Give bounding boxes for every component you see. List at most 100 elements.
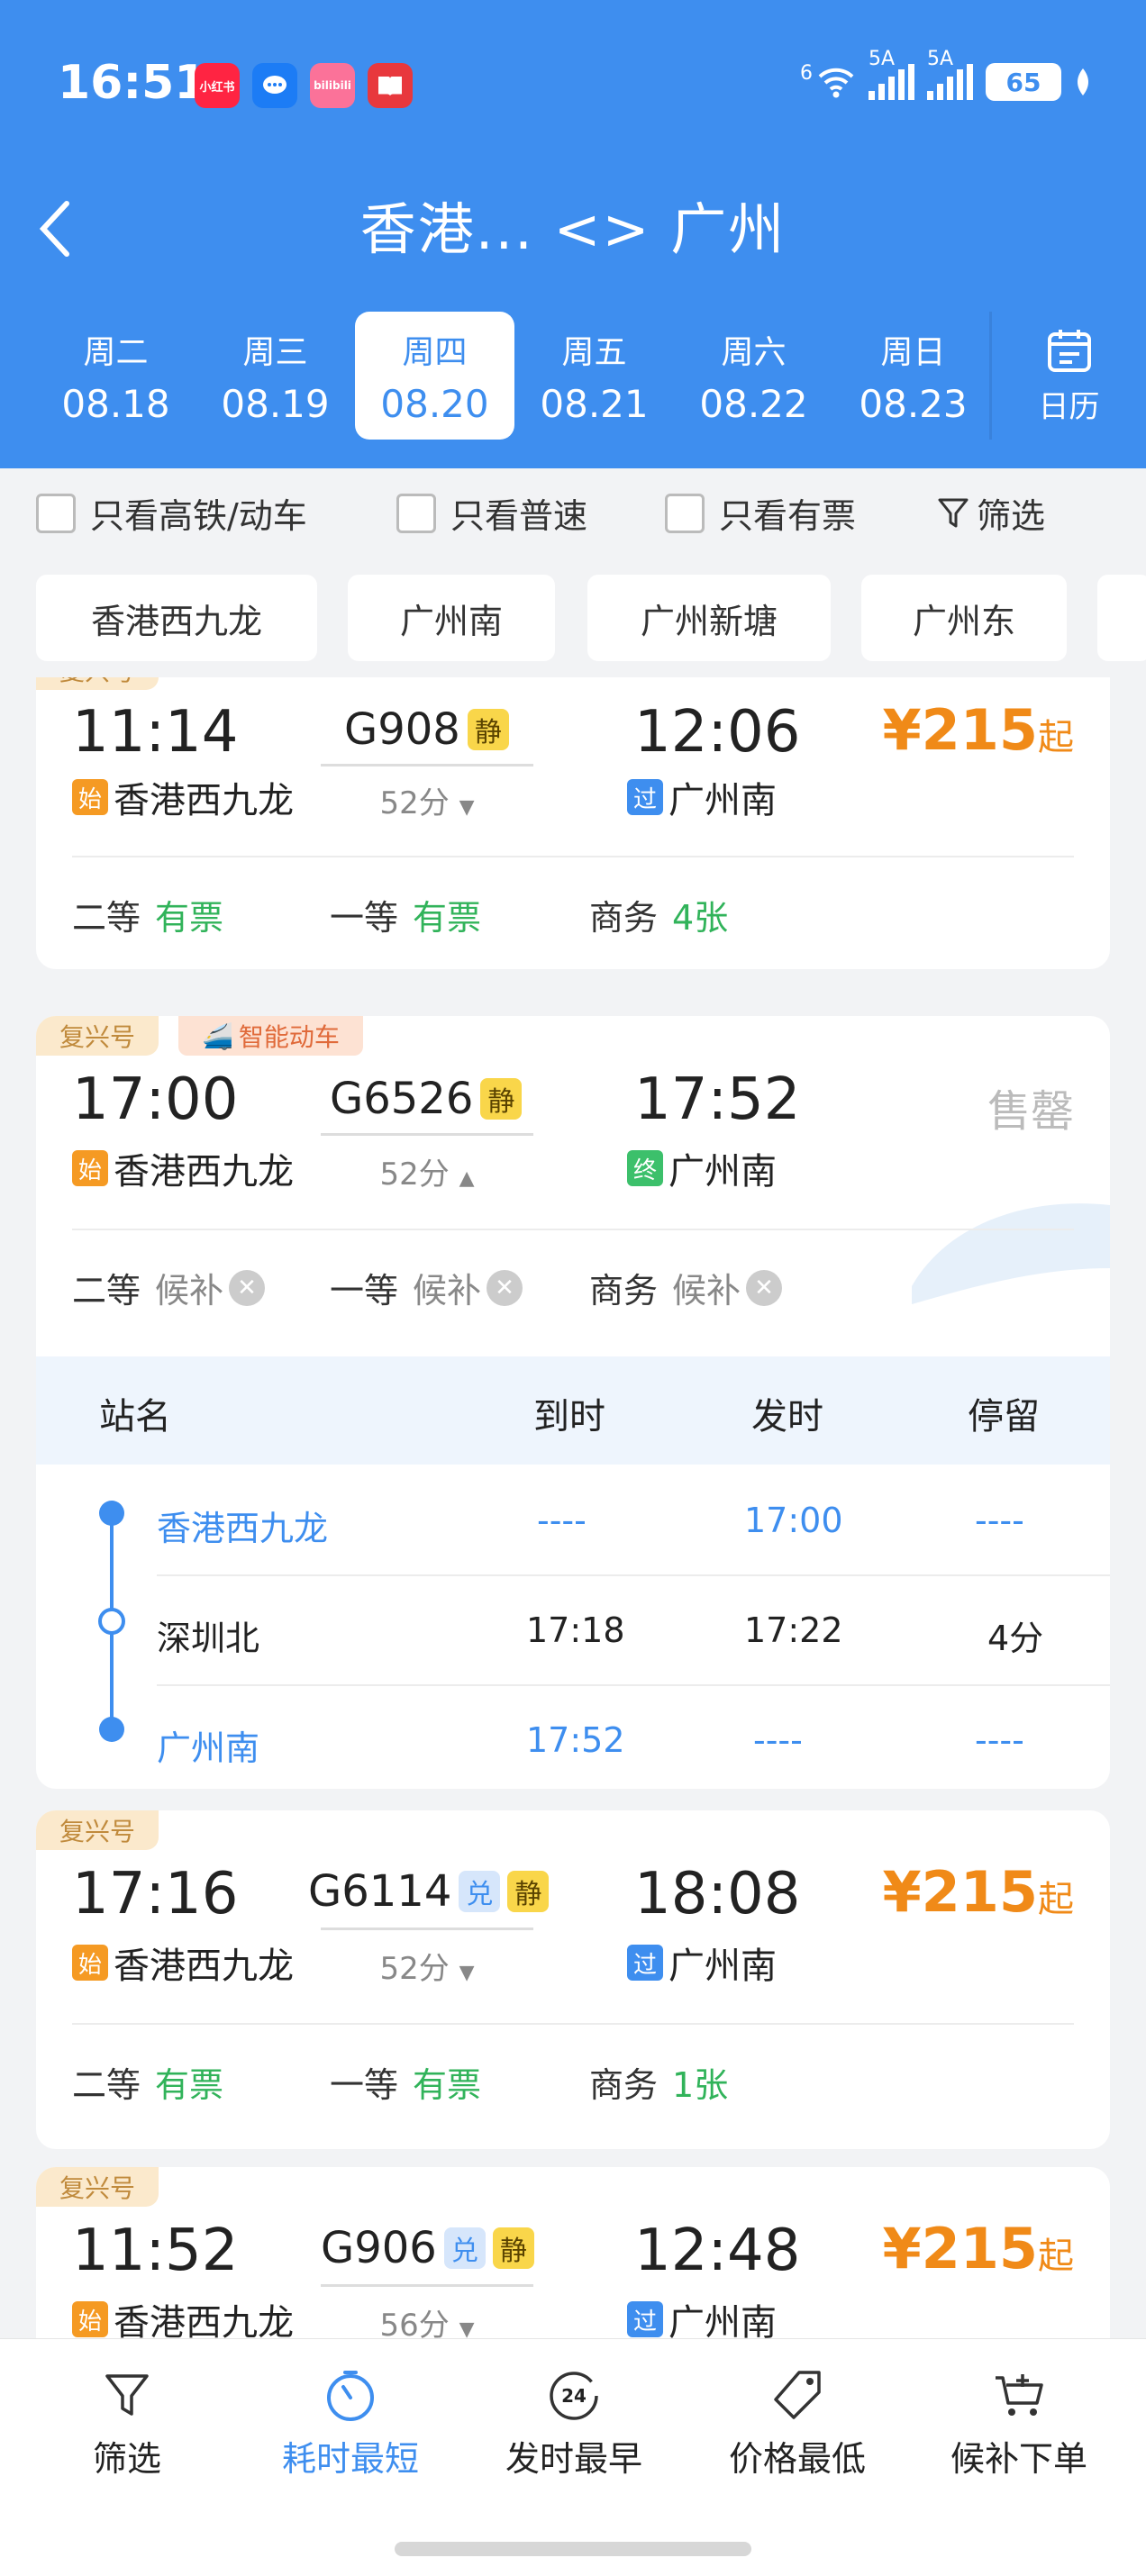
train-number-text: G6526	[330, 1074, 474, 1124]
nav-lowest-price[interactable]: 价格最低	[683, 2361, 912, 2481]
seat-availability: 候补	[413, 1271, 482, 1311]
calendar-button[interactable]: 日历	[989, 312, 1146, 440]
pass-mark: 过	[627, 1945, 663, 1981]
filter-button[interactable]: 筛选	[937, 488, 1045, 538]
seat-class: 一等	[330, 1271, 399, 1311]
date-week: 周日	[880, 333, 946, 371]
col-stay: 停留	[968, 1396, 1040, 1438]
train-tag: 复兴号	[36, 1016, 159, 1056]
to-station-name: 广州南	[668, 780, 777, 821]
stop-depart: ----	[753, 1720, 803, 1760]
station-chip[interactable]: 广州南	[348, 575, 555, 661]
duration-text: 52分	[379, 1156, 450, 1193]
to-station-name: 广州南	[668, 1151, 777, 1193]
train-tag: 复兴号	[36, 1810, 159, 1850]
seat-class: 二等	[72, 898, 141, 938]
filter-high-speed[interactable]: 只看高铁/动车	[36, 488, 307, 538]
signal-1-label: 5A	[869, 48, 896, 70]
triangle-up-icon: ▲	[459, 1167, 475, 1190]
nav-waitlist-order[interactable]: 候补下单	[905, 2361, 1133, 2481]
station-chip[interactable]: 广州新塘	[587, 575, 831, 661]
seat-availability: 1张	[672, 2065, 729, 2105]
seat-availability: 有票	[413, 2065, 482, 2105]
date-tab[interactable]: 周二 08.18	[36, 312, 196, 440]
price-value: ¥215	[882, 697, 1038, 763]
station-chip-more[interactable]	[1097, 575, 1146, 661]
train-card-expanded[interactable]: 复兴号 🚄 智能动车 17:00 G6526 静 17:52 售罄 始香港西九龙 5…	[36, 1016, 1110, 1789]
from-station: 始香港西九龙	[72, 771, 294, 823]
seat-availability: 有票	[155, 898, 224, 938]
stop-arrive: ----	[537, 1501, 587, 1540]
train-number: G6526 静	[330, 1074, 523, 1124]
from-station: 始香港西九龙	[72, 1937, 294, 1989]
train-list[interactable]: 复兴号 11:14 G908静 12:06 ¥215起 始香港西九龙 52分 ▼…	[0, 677, 1146, 2338]
net-label: 6	[800, 61, 813, 85]
stop-arrive: 17:52	[526, 1720, 625, 1760]
duration[interactable]: 52分 ▲	[321, 1149, 533, 1193]
nav-filter[interactable]: 筛选	[13, 2361, 241, 2481]
date-week: 周四	[402, 333, 468, 371]
to-station-name: 广州南	[668, 2302, 777, 2338]
seat-second: 二等 候补 ✕	[72, 1263, 266, 1312]
date-week: 周二	[83, 333, 149, 371]
duration-text: 56分	[379, 2308, 450, 2338]
stop-depart: 17:22	[744, 1610, 843, 1650]
date-tab-selected[interactable]: 周四 08.20	[355, 312, 514, 440]
signal-1: 5A	[869, 48, 914, 100]
system-icons: 6 5A 5A 65	[800, 48, 1092, 101]
checkbox[interactable]	[396, 493, 436, 533]
col-arrive: 到时	[533, 1396, 605, 1438]
date-selector: 周二 08.18 周三 08.19 周四 08.20 周五 08.21 周六 08.22 …	[36, 312, 993, 440]
nav-earliest[interactable]: 24 发时最早	[459, 2361, 688, 2481]
station-chips: 香港西九龙 广州南 广州新塘 广州东	[0, 575, 1146, 665]
from-station-name: 香港西九龙	[114, 780, 294, 821]
nav-shortest-time[interactable]: 耗时最短	[236, 2361, 465, 2481]
seat-first: 一等 有票	[330, 890, 481, 939]
seat-class: 商务	[589, 1271, 659, 1311]
duration[interactable]: 52分 ▼	[321, 1944, 533, 1988]
date-day: 08.18	[61, 381, 170, 426]
to-station-name: 广州南	[668, 1946, 777, 1987]
train-card[interactable]: 复兴号 17:16 G6114 兑静 18:08 ¥215起 始香港西九龙 52分…	[36, 1810, 1110, 2149]
date-day: 08.20	[380, 381, 489, 426]
filter-normal[interactable]: 只看普速	[396, 488, 587, 538]
to-station: 终广州南	[627, 1142, 777, 1194]
col-station: 站名	[99, 1396, 171, 1438]
price: ¥215起	[882, 697, 1074, 763]
duration[interactable]: 56分 ▼	[321, 2300, 533, 2338]
station-chip[interactable]: 香港西九龙	[36, 575, 317, 661]
header: 16:51 小红书 bilibili 6 5A 5A 65 香港... <> 广…	[0, 0, 1146, 468]
duration-text: 52分	[379, 1951, 450, 1987]
train-small-icon: 🚄	[202, 1020, 233, 1051]
date-tab[interactable]: 周三 08.19	[196, 312, 355, 440]
checkbox[interactable]	[36, 493, 76, 533]
stop-table-header: 站名 到时 发时 停留	[36, 1356, 1110, 1465]
train-card[interactable]: 复兴号 11:52 G906 兑静 12:48 ¥215起 始香港西九龙 56分 …	[36, 2167, 1110, 2338]
date-day: 08.19	[221, 381, 330, 426]
date-tab[interactable]: 周五 08.21	[514, 312, 674, 440]
seat-class: 二等	[72, 2065, 141, 2105]
arrival-time: 12:48	[634, 2218, 801, 2284]
price-tag-icon	[774, 2371, 821, 2419]
stop-name: 香港西九龙	[157, 1509, 329, 1548]
close-circle-icon: ✕	[487, 1269, 523, 1306]
date-day: 08.21	[540, 381, 649, 426]
station-chip[interactable]: 广州东	[861, 575, 1067, 661]
from-station-name: 香港西九龙	[114, 2302, 294, 2338]
nav-label: 发时最早	[505, 2439, 642, 2479]
duration-line	[321, 1133, 533, 1136]
redeem-badge: 兑	[459, 1871, 501, 1912]
duration[interactable]: 52分 ▼	[321, 778, 533, 822]
date-tab[interactable]: 周日 08.23	[833, 312, 993, 440]
arrival-time: 17:52	[634, 1066, 801, 1133]
checkbox[interactable]	[665, 493, 705, 533]
notification-icons: 小红书 bilibili	[195, 63, 413, 108]
train-card[interactable]: 复兴号 11:14 G908静 12:06 ¥215起 始香港西九龙 52分 ▼…	[36, 677, 1110, 969]
stop-name: 深圳北	[157, 1619, 260, 1658]
home-indicator[interactable]	[395, 2542, 751, 2556]
date-tab[interactable]: 周六 08.22	[674, 312, 833, 440]
origin-mark: 始	[72, 2301, 108, 2337]
seat-business: 商务 候补 ✕	[589, 1263, 783, 1312]
stop-row: 香港西九龙 ---- 17:00 ----	[36, 1465, 1110, 1574]
filter-available[interactable]: 只看有票	[665, 488, 856, 538]
